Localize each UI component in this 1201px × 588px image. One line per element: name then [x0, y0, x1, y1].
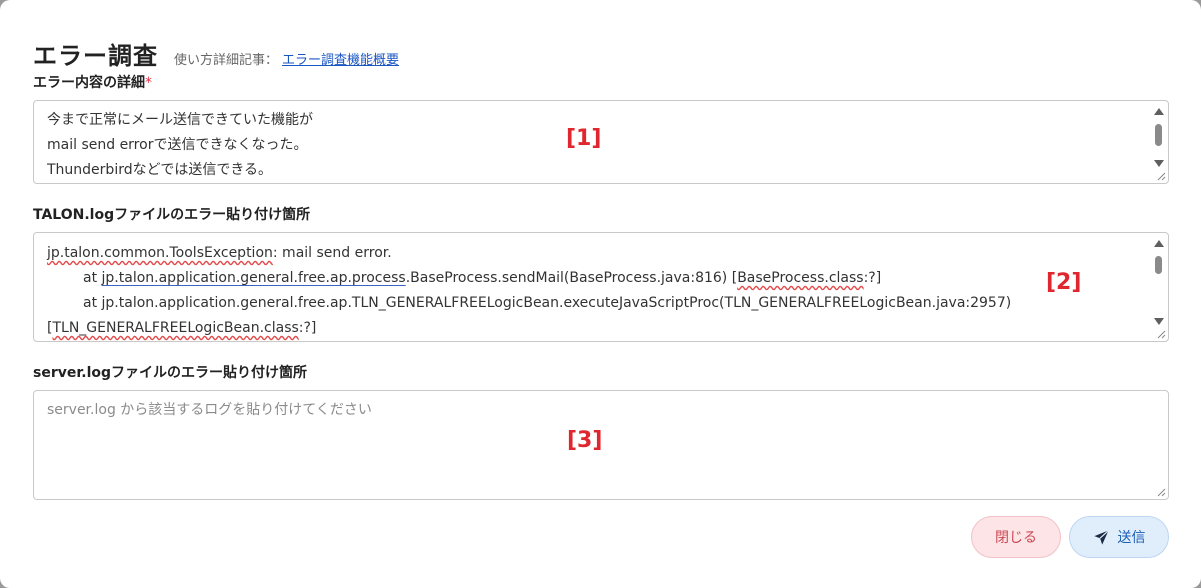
detail-label-text: エラー内容の詳細 [33, 75, 145, 91]
log-line: jp.talon.common.ToolsException: mail sen… [47, 241, 1140, 266]
log-line: at jp.talon.application.general.free.ap.… [83, 295, 1012, 311]
scroll-down-arrow-icon[interactable] [1154, 160, 1164, 167]
usage-prefix: 使い方詳細記事： [174, 53, 279, 68]
log-segment: : mail send error. [272, 245, 392, 261]
scrollbar-thumb[interactable] [1155, 256, 1162, 274]
send-button[interactable]: 送信 [1069, 516, 1169, 558]
resize-grip-icon[interactable] [1157, 488, 1166, 497]
dialog-header: エラー調査 使い方詳細記事： エラー調査機能概要 [33, 36, 399, 70]
close-button[interactable]: 閉じる [971, 516, 1061, 558]
scroll-up-arrow-icon[interactable] [1154, 108, 1164, 115]
detail-scrollbar[interactable] [1153, 104, 1165, 169]
error-investigation-dialog: エラー調査 使い方詳細記事： エラー調査機能概要 エラー内容の詳細* 今まで正常… [0, 0, 1201, 588]
detail-label: エラー内容の詳細* [33, 72, 152, 92]
close-button-label: 閉じる [995, 530, 1037, 546]
talon-log-textarea[interactable]: jp.talon.common.ToolsException: mail sen… [33, 232, 1169, 342]
scroll-up-arrow-icon[interactable] [1154, 240, 1164, 247]
annotation-marker-1: [1] [566, 126, 602, 151]
log-line: [TLN_GENERALFREELogicBean.class:?] [47, 316, 1140, 341]
scroll-down-arrow-icon[interactable] [1154, 318, 1164, 325]
talon-log-text: jp.talon.common.ToolsException: mail sen… [47, 241, 1140, 341]
log-segment: .BaseProcess.sendMail(BaseProcess.java:8… [405, 270, 738, 286]
log-segment: TLN_GENERALFREELogicBean.class [52, 320, 299, 336]
log-segment: jp.talon.application.general.free.ap.pro… [101, 270, 406, 286]
send-button-label: 送信 [1117, 530, 1146, 546]
log-segment: at [83, 270, 102, 286]
log-segment: :?] [298, 320, 317, 336]
server-log-placeholder: server.log から該当するログを貼り付けてください [47, 402, 372, 418]
detail-line: Thunderbirdなどでは送信できる。 [47, 162, 273, 178]
annotation-marker-3: [3] [567, 428, 603, 453]
paper-plane-icon [1093, 529, 1109, 545]
scrollbar-thumb[interactable] [1155, 124, 1162, 146]
log-line: at jp.talon.application.general.free.ap.… [47, 266, 1140, 291]
log-segment: BaseProcess.class [737, 270, 864, 286]
usage-article-link[interactable]: エラー調査機能概要 [282, 49, 399, 68]
resize-grip-icon[interactable] [1157, 330, 1166, 339]
talon-log-scrollbar[interactable] [1153, 236, 1165, 327]
talon-log-label: TALON.logファイルのエラー貼り付け箇所 [33, 207, 311, 223]
server-log-label: server.logファイルのエラー貼り付け箇所 [33, 365, 308, 381]
annotation-marker-2: [2] [1046, 270, 1082, 295]
log-segment: :?] [863, 270, 882, 286]
resize-grip-icon[interactable] [1157, 172, 1166, 181]
log-segment: jp.talon.common.ToolsException [47, 245, 273, 261]
dialog-title: エラー調査 [33, 42, 158, 70]
required-mark: * [145, 75, 152, 91]
